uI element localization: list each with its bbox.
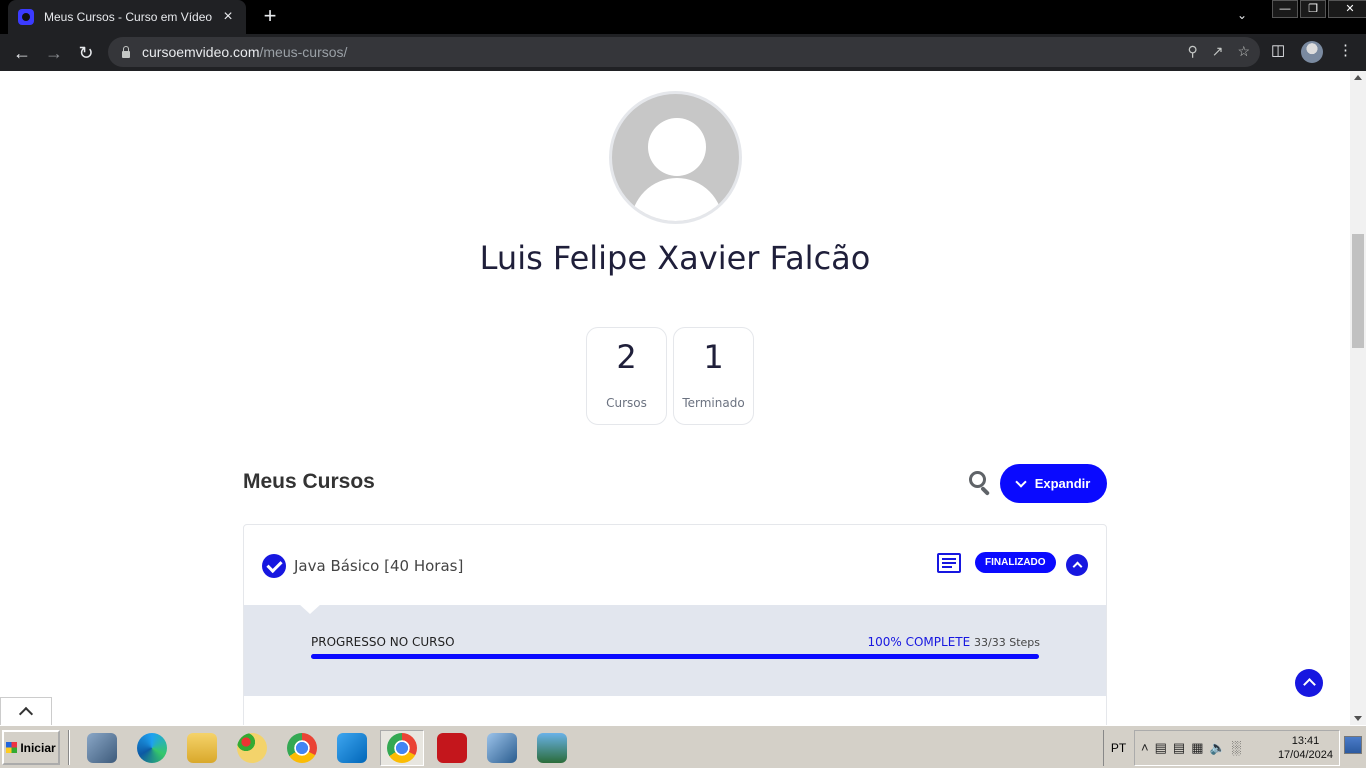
stat-label: Terminado [682,396,745,410]
expand-label: Expandir [1034,476,1091,491]
tab-search-icon[interactable]: ⌄ [1237,8,1247,22]
start-button[interactable]: Iniciar [2,730,60,765]
side-panel-icon[interactable]: ◫ [1271,41,1285,59]
course-card: Java Básico [40 Horas] FINALIZADO PROGRE… [243,524,1107,725]
progress-label: PROGRESSO NO CURSO [311,635,455,649]
restore-icon[interactable]: ❐ [1300,0,1326,18]
volume-icon[interactable]: 🔈 [1209,740,1225,756]
virtualbox-icon[interactable] [480,730,524,766]
user-avatar [609,91,742,224]
bookmark-star-icon[interactable]: ☆ [1237,43,1250,60]
windows-logo-icon [6,742,18,753]
stat-cursos: 2 Cursos [586,327,667,425]
chevron-down-icon [1015,475,1027,488]
show-hidden-icons-icon[interactable]: ˄ [1141,740,1149,756]
stat-label: Cursos [606,396,647,410]
tab-title: Meus Cursos - Curso em Vídeo [44,10,213,24]
clock[interactable]: 13:41 17/04/2024 [1278,734,1333,762]
back-to-top-icon[interactable] [1295,669,1323,697]
language-indicator[interactable]: PT [1103,730,1133,766]
image-viewer-icon[interactable] [530,730,574,766]
stat-value: 2 [616,338,637,376]
close-window-icon[interactable]: ✕ [1328,0,1366,18]
url-host: cursoemvideo.com [142,44,260,60]
progress-bar [311,654,1039,659]
zoom-icon[interactable]: ⚲ [1187,43,1197,60]
search-icon[interactable] [969,471,993,496]
browser-tab[interactable]: Meus Cursos - Curso em Vídeo × [8,0,246,34]
clock-time: 13:41 [1291,735,1320,747]
menu-dots-icon[interactable]: ⋮ [1338,41,1353,59]
show-desktop-icon[interactable] [1344,736,1362,754]
browser-tab-strip: Meus Cursos - Curso em Vídeo × + ⌄ — ❐ ✕ [0,0,1366,34]
chrome-icon[interactable] [280,730,324,766]
page-content: Luis Felipe Xavier Falcão 2 Cursos 1 Ter… [0,71,1350,725]
paint-icon[interactable] [230,730,274,766]
url-path: /meus-cursos/ [259,44,348,60]
network-icon[interactable]: ▤ [1173,740,1185,756]
vscode-icon[interactable] [330,730,374,766]
course-progress: PROGRESSO NO CURSO 100% COMPLETE 33/33 S… [244,604,1106,696]
edge-icon[interactable] [130,730,174,766]
browser-toolbar: ← → ↻ cursoemvideo.com/meus-cursos/ ⚲ ↗ … [0,34,1366,71]
security-icon[interactable]: ▦ [1191,740,1203,756]
expand-button[interactable]: Expandir [1000,464,1107,503]
minimize-icon[interactable]: — [1272,0,1298,18]
progress-bar-fill [311,654,1039,659]
stat-value: 1 [703,338,724,376]
check-circle-icon [262,554,286,578]
chevron-up-icon[interactable] [0,697,52,725]
tab-close-icon[interactable]: × [220,8,236,26]
chrome-active-icon[interactable] [380,730,424,766]
stat-terminado: 1 Terminado [673,327,754,425]
course-title[interactable]: Java Básico [40 Horas] [294,557,463,575]
address-bar[interactable]: cursoemvideo.com/meus-cursos/ ⚲ ↗ ☆ [108,37,1260,67]
lock-icon[interactable] [120,46,132,58]
status-badge: FINALIZADO [975,552,1056,573]
site-favicon-icon [18,9,34,25]
clock-date: 17/04/2024 [1277,749,1333,761]
share-icon[interactable]: ↗ [1212,43,1224,60]
progress-steps: 33/33 Steps [974,636,1040,649]
network-icon[interactable]: ▤ [1155,740,1167,756]
progress-status: 100% COMPLETE 33/33 Steps [867,635,1040,649]
profile-avatar[interactable] [1301,41,1323,63]
acrobat-icon[interactable] [430,730,474,766]
signal-icon[interactable]: ░ [1232,740,1241,756]
os-taskbar: Iniciar PT ˄ ▤ ▤ ▦ 🔈 ░ 13:41 17/04/2024 [0,725,1366,768]
file-explorer-icon[interactable] [180,730,224,766]
new-tab-button[interactable]: + [258,4,282,28]
section-title: Meus Cursos [243,470,375,493]
forward-icon[interactable]: → [41,40,67,66]
system-tray: ˄ ▤ ▤ ▦ 🔈 ░ 13:41 17/04/2024 [1134,730,1340,766]
start-label: Iniciar [20,740,56,755]
scanner-app-icon[interactable] [80,730,124,766]
certificate-icon[interactable] [937,553,961,573]
window-controls: — ❐ ✕ [1270,0,1366,18]
user-name: Luis Felipe Xavier Falcão [479,239,871,277]
progress-percent: 100% COMPLETE [867,635,971,649]
reload-icon[interactable]: ↻ [73,40,99,66]
page-scrollbar[interactable] [1350,71,1366,725]
scrollbar-thumb[interactable] [1352,234,1364,348]
back-icon[interactable]: ← [9,40,35,66]
chevron-up-icon[interactable] [1066,554,1088,576]
course-header[interactable]: Java Básico [40 Horas] FINALIZADO [244,525,1106,605]
